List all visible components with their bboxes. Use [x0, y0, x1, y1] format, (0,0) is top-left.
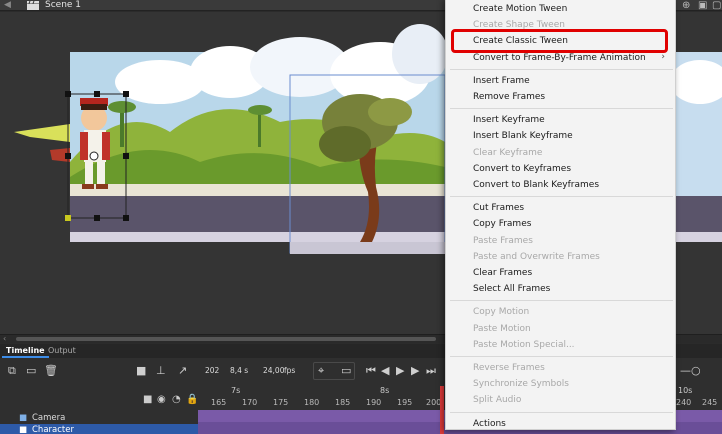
play-icon[interactable]: ▶: [396, 364, 404, 377]
menu-item-actions[interactable]: Actions: [473, 416, 506, 432]
camera-layer-icon: ■: [19, 413, 28, 423]
trash-icon[interactable]: 🗑: [44, 364, 58, 377]
menu-item-select-all-frames[interactable]: Select All Frames: [473, 281, 550, 297]
menu-item-cut-frames[interactable]: Cut Frames: [473, 200, 524, 216]
current-frame-field[interactable]: 202: [205, 366, 219, 375]
frame-number: 190: [366, 398, 382, 407]
fps-value[interactable]: 24,00: [263, 366, 284, 375]
lock-icon[interactable]: 🔒: [186, 394, 198, 405]
menu-item-convert-to-keyframes[interactable]: Convert to Keyframes: [473, 161, 571, 177]
eye-icon[interactable]: ◉: [157, 394, 166, 405]
menu-separator: [450, 196, 673, 198]
menu-item-split-audio[interactable]: Split Audio: [473, 392, 521, 408]
frame-icon[interactable]: ▢: [712, 0, 721, 11]
menu-item-copy-motion[interactable]: Copy Motion: [473, 304, 529, 320]
menu-item-paste-motion-special[interactable]: Paste Motion Special...: [473, 337, 575, 353]
menu-item-convert-to-blank-keyframes[interactable]: Convert to Blank Keyframes: [473, 177, 599, 193]
second-marker: 7s: [231, 386, 241, 395]
menu-item-insert-keyframe[interactable]: Insert Keyframe: [473, 112, 545, 128]
folder-icon[interactable]: ▭: [26, 364, 36, 377]
frame-number: 245: [702, 398, 718, 407]
menu-item-reverse-frames[interactable]: Reverse Frames: [473, 360, 545, 376]
fps-unit: fps: [284, 366, 296, 375]
menu-item-synchronize-symbols[interactable]: Synchronize Symbols: [473, 376, 569, 392]
menu-item-create-motion-tween[interactable]: Create Motion Tween: [473, 1, 567, 17]
menu-item-remove-frames[interactable]: Remove Frames: [473, 89, 545, 105]
frame-number: 185: [335, 398, 351, 407]
frame-number: 200: [426, 398, 442, 407]
scene-label[interactable]: Scene 1: [45, 0, 81, 11]
layer-name[interactable]: Camera: [32, 412, 65, 424]
menu-item-convert-to-frame-by-frame-animation[interactable]: Convert to Frame-By-Frame Animation: [473, 50, 646, 66]
tab-output[interactable]: Output: [44, 344, 80, 358]
chevron-left-icon[interactable]: ‹: [3, 334, 6, 343]
camera-toggle-icon[interactable]: ■: [143, 394, 152, 405]
layers-panel: ■ ◉ ◔ 🔒 ■ Camera ■ Character: [0, 386, 198, 434]
layer-name[interactable]: Character: [32, 424, 74, 434]
new-layer-icon[interactable]: ⧉: [8, 364, 16, 378]
scrollbar-thumb[interactable]: [16, 337, 436, 341]
zoom-slider[interactable]: —○: [680, 364, 701, 377]
tab-timeline[interactable]: Timeline: [2, 344, 49, 358]
second-marker: 10s: [678, 386, 693, 395]
last-frame-icon[interactable]: ⏭: [426, 364, 436, 378]
frame-number: 175: [273, 398, 289, 407]
layer-type-icon: ■: [19, 425, 28, 434]
menu-item-paste-frames[interactable]: Paste Frames: [473, 233, 533, 249]
playhead[interactable]: [440, 386, 444, 434]
frame-number: 240: [676, 398, 692, 407]
menu-separator: [450, 108, 673, 110]
menu-item-clear-keyframe[interactable]: Clear Keyframe: [473, 145, 542, 161]
loop-icon[interactable]: ▭: [341, 364, 351, 377]
arrow-left-icon[interactable]: ◀: [4, 0, 11, 11]
clapperboard-icon: [27, 1, 39, 10]
menu-separator: [450, 68, 673, 70]
highlight-icon[interactable]: ◔: [172, 394, 181, 405]
center-frame-icon[interactable]: ⌖: [318, 364, 324, 378]
menu-separator: [450, 356, 673, 357]
time-field[interactable]: 8,4 s: [230, 366, 248, 375]
step-back-icon[interactable]: ◀: [381, 364, 389, 377]
frame-number: 165: [211, 398, 227, 407]
menu-item-copy-frames[interactable]: Copy Frames: [473, 216, 531, 232]
menu-separator: [450, 411, 673, 413]
frame-number: 180: [304, 398, 320, 407]
layer-parenting-icon[interactable]: ⊥: [156, 364, 166, 377]
second-marker: 8s: [380, 386, 390, 395]
camera-icon[interactable]: ■: [136, 364, 146, 377]
menu-separator: [450, 300, 673, 302]
menu-item-create-shape-tween[interactable]: Create Shape Tween: [473, 17, 565, 33]
fit-icon[interactable]: ▣: [698, 0, 707, 11]
menu-item-create-classic-tween[interactable]: Create Classic Tween: [473, 33, 568, 49]
context-menu: Create Motion Tween Create Shape Tween Cre…: [445, 0, 676, 430]
menu-item-insert-frame[interactable]: Insert Frame: [473, 73, 530, 89]
layer-row-character[interactable]: ■ Character: [0, 424, 198, 434]
frame-number: 170: [242, 398, 258, 407]
menu-item-paste-and-overwrite-frames[interactable]: Paste and Overwrite Frames: [473, 249, 600, 265]
menu-item-paste-motion[interactable]: Paste Motion: [473, 321, 531, 337]
layer-row-camera[interactable]: ■ Camera: [0, 412, 198, 424]
menu-item-insert-blank-keyframe[interactable]: Insert Blank Keyframe: [473, 128, 573, 144]
crosshair-icon[interactable]: ⊕: [682, 0, 690, 11]
step-forward-icon[interactable]: ▶: [411, 364, 419, 377]
menu-item-clear-frames[interactable]: Clear Frames: [473, 265, 532, 281]
chevron-right-icon: ›: [661, 51, 665, 62]
first-frame-icon[interactable]: ⏮: [366, 364, 376, 378]
graph-icon[interactable]: ↗: [178, 364, 187, 377]
frame-number: 195: [397, 398, 413, 407]
